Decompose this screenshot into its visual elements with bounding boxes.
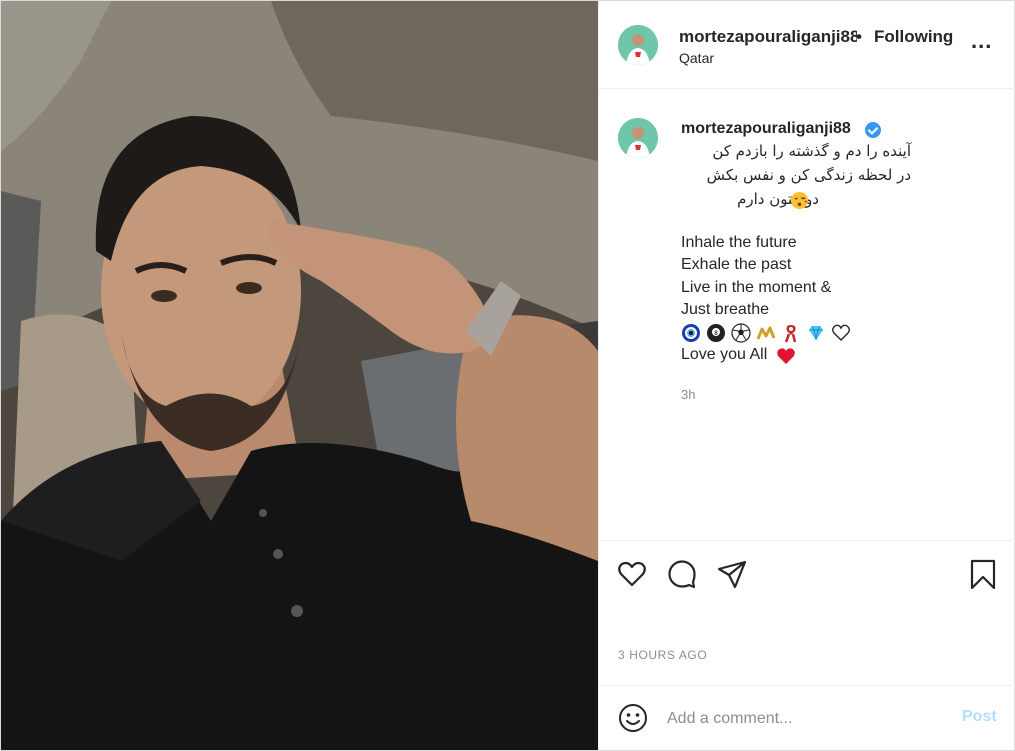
post-comment-button[interactable]: Post xyxy=(962,708,997,726)
verified-badge-icon xyxy=(865,122,881,138)
nazar-amulet-icon xyxy=(681,323,701,343)
svg-text:8: 8 xyxy=(714,330,718,337)
pool-8-ball-icon: 8 xyxy=(706,323,726,343)
relative-time-link[interactable]: 3h xyxy=(681,387,695,402)
post-timestamp[interactable]: 3 HOURS AGO xyxy=(618,648,707,662)
post-side-panel: mortezapouraliganji88 • Following Qatar … xyxy=(598,1,1015,750)
share-icon[interactable] xyxy=(716,558,748,590)
caption-line: Just breathe xyxy=(681,301,770,318)
soccer-ball-icon xyxy=(731,323,751,343)
selfie-photo xyxy=(1,1,598,750)
caption-line: Exhale the past xyxy=(681,256,792,273)
location-link[interactable]: Qatar xyxy=(679,50,714,66)
action-bar xyxy=(599,540,1015,608)
emoji-smile-icon[interactable] xyxy=(617,702,649,734)
like-heart-icon[interactable] xyxy=(616,558,648,590)
caption-username-link[interactable]: mortezapouraliganji88 xyxy=(681,120,851,138)
post-header: mortezapouraliganji88 • Following Qatar … xyxy=(599,1,1015,89)
emoji-row: 8 xyxy=(681,323,851,343)
separator-dot: • xyxy=(856,27,862,46)
comment-input[interactable] xyxy=(667,706,937,732)
header-username-link[interactable]: mortezapouraliganji88 xyxy=(679,27,857,47)
white-heart-icon xyxy=(831,323,851,343)
red-heart-icon xyxy=(777,348,795,364)
save-bookmark-icon[interactable] xyxy=(967,558,999,590)
avatar[interactable] xyxy=(618,25,658,65)
ribbon-icon xyxy=(781,323,801,343)
comment-box: Post xyxy=(599,685,1015,750)
caption-line: Inhale the future xyxy=(681,234,797,251)
gem-icon xyxy=(806,323,826,343)
caption-line: Live in the moment & xyxy=(681,279,832,296)
comment-icon[interactable] xyxy=(666,558,698,590)
caption-farsi-line: در لحظه زندگی کن و نفس بکش xyxy=(706,166,911,184)
caption-line: Love you All xyxy=(681,346,768,363)
more-options-icon[interactable]: ... xyxy=(971,30,992,52)
caption: mortezapouraliganji88 آینده را دم و گذشت… xyxy=(599,90,1015,540)
instagram-post: mortezapouraliganji88 • Following Qatar … xyxy=(0,0,1015,751)
caption-farsi-line: آینده را دم و گذشته را بازدم کن xyxy=(712,142,911,160)
following-button[interactable]: Following xyxy=(874,27,953,47)
kissing-face-icon xyxy=(790,191,809,210)
chain-icon xyxy=(756,323,776,343)
caption-avatar[interactable] xyxy=(618,118,658,158)
post-photo[interactable] xyxy=(1,1,598,750)
